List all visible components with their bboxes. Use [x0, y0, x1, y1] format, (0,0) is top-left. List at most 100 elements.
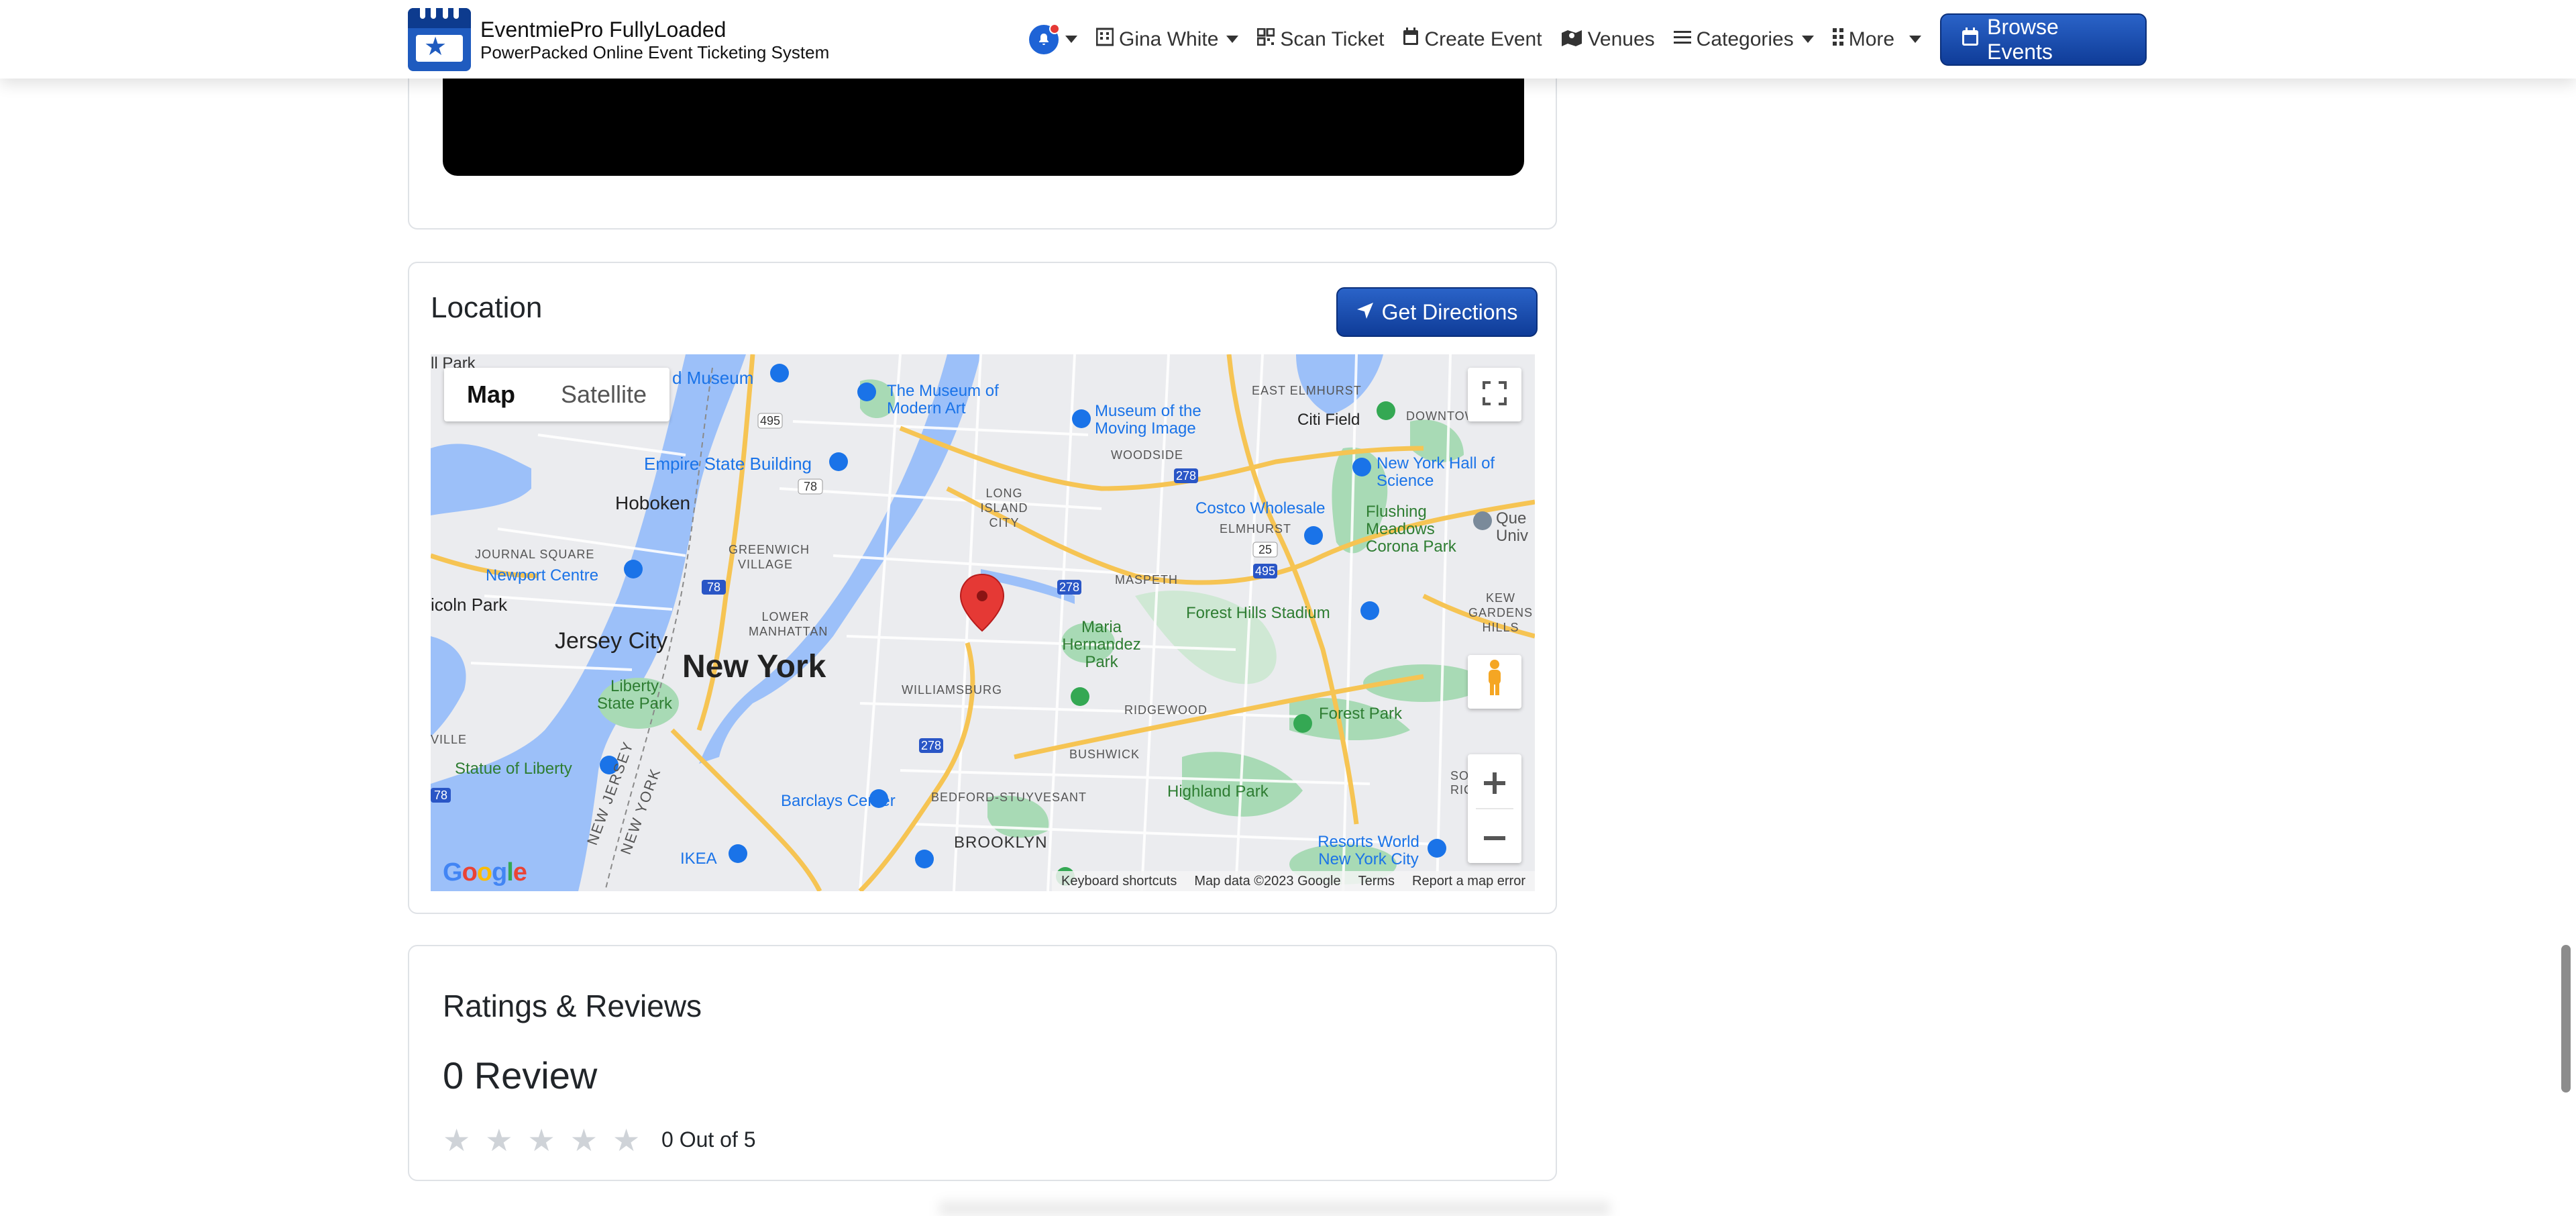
- star-icon: ★: [570, 1123, 598, 1158]
- map-label-moving-image: Museum of the Moving Image: [1095, 402, 1201, 438]
- location-title: Location: [431, 291, 543, 324]
- zoom-controls: [1468, 754, 1521, 863]
- map-tab-satellite[interactable]: Satellite: [538, 368, 669, 421]
- nav-create-event[interactable]: Create Event: [1393, 19, 1551, 60]
- map-label-resorts-world: Resorts World New York City: [1318, 833, 1419, 868]
- map-label-bedford: BEDFORD-STUYVESANT: [931, 791, 1087, 804]
- brand-subtitle: PowerPacked Online Event Ticketing Syste…: [480, 42, 830, 62]
- location-arrow-icon: [1356, 300, 1374, 325]
- svg-text:278: 278: [1176, 469, 1196, 483]
- map-label-statue-liberty: Statue of Liberty: [455, 760, 572, 778]
- star-icon: ★: [527, 1123, 555, 1158]
- keyboard-shortcuts-link[interactable]: Keyboard shortcuts: [1061, 874, 1177, 889]
- notification-dot: [1049, 23, 1060, 34]
- star-icon: ★: [443, 1123, 471, 1158]
- report-map-error-link[interactable]: Report a map error: [1412, 874, 1525, 889]
- page-scrollbar[interactable]: [2556, 0, 2576, 1216]
- street-view-pegman[interactable]: [1468, 655, 1521, 709]
- map-label-hoboken: Hoboken: [615, 493, 691, 513]
- get-directions-button[interactable]: Get Directions: [1336, 287, 1538, 337]
- terms-link[interactable]: Terms: [1358, 874, 1395, 889]
- reviews-title: Ratings & Reviews: [443, 989, 702, 1023]
- fullscreen-button[interactable]: [1468, 368, 1521, 421]
- zoom-in-button[interactable]: [1468, 754, 1521, 808]
- grid-dots-icon: [1832, 28, 1843, 50]
- map-label-elmhurst: ELMHURST: [1220, 522, 1292, 536]
- browse-events-label: Browse Events: [1987, 14, 2059, 64]
- map-label-journal-square: JOURNAL SQUARE: [475, 548, 595, 561]
- map-label-brooklyn: BROOKLYN: [954, 833, 1048, 852]
- map-label-williamsburg: WILLIAMSBURG: [902, 683, 1003, 697]
- get-directions-label: Get Directions: [1381, 299, 1518, 324]
- browse-events-button[interactable]: Browse Events: [1940, 13, 2147, 66]
- svg-text:78: 78: [434, 789, 447, 802]
- map-label-newport-centre: Newport Centre: [486, 566, 599, 585]
- event-page: ★ EventmiePro FullyLoaded PowerPacked On…: [0, 0, 2576, 1216]
- star-icon: ★: [485, 1123, 513, 1158]
- rating-text: 0 Out of 5: [661, 1127, 756, 1152]
- map-label-maria-hernandez: Maria Hernandez Park: [1062, 618, 1141, 671]
- map-tab-map[interactable]: Map: [444, 368, 538, 421]
- map-label-costco: Costco Wholesale: [1195, 499, 1326, 517]
- map-label-east-elmhurst: EAST ELMHURST: [1252, 384, 1362, 397]
- svg-text:25: 25: [1258, 543, 1272, 556]
- brand-text: EventmiePro FullyLoaded PowerPacked Onli…: [480, 17, 829, 62]
- nav-scan-ticket[interactable]: Scan Ticket: [1248, 19, 1393, 60]
- zoom-out-button[interactable]: [1468, 809, 1521, 863]
- map-label-jersey-city: Jersey City: [555, 628, 668, 654]
- map-label-ny-hall-science: New York Hall of Science: [1377, 454, 1495, 490]
- nav-categories[interactable]: Categories: [1664, 19, 1823, 60]
- star-icon: ★: [612, 1123, 641, 1158]
- more-label: More: [1848, 28, 1895, 50]
- scan-ticket-label: Scan Ticket: [1280, 28, 1385, 50]
- plus-icon: [1483, 758, 1507, 805]
- map-label-moma: The Museum of Modern Art: [887, 382, 999, 417]
- map-label-lower-manhattan: LOWER MANHATTAN: [749, 610, 828, 638]
- map-label-ville: VILLE: [431, 733, 468, 746]
- qrcode-icon: [1256, 28, 1275, 50]
- calendar-logo-icon: ★: [408, 7, 471, 71]
- map-label-queens-partial: Que Univ: [1496, 509, 1529, 545]
- brand[interactable]: ★ EventmiePro FullyLoaded PowerPacked On…: [408, 7, 829, 71]
- reviews-card: Ratings & Reviews 0 Review ★ ★ ★ ★ ★ 0 O…: [408, 945, 1557, 1181]
- nav-menu: Gina White Scan Ticket Create Event Venu…: [1020, 0, 2147, 79]
- map-label-woodside: WOODSIDE: [1111, 448, 1184, 462]
- map-label-museum-partial: d Museum: [672, 368, 754, 388]
- map-data-text: Map data ©2023 Google: [1194, 873, 1341, 889]
- scrollbar-thumb[interactable]: [2561, 945, 2571, 1093]
- nav-more[interactable]: More: [1823, 19, 1931, 60]
- map-label-kew-gardens: KEW GARDENS HILLS: [1468, 591, 1533, 634]
- location-card: Location Get Directions 495 278 278 78 7…: [408, 262, 1557, 914]
- map-label-forest-hills: Forest Hills Stadium: [1186, 604, 1330, 622]
- notifications-dropdown[interactable]: [1020, 23, 1087, 54]
- nav-venues[interactable]: Venues: [1552, 19, 1664, 60]
- chevron-down-icon: [1801, 36, 1814, 43]
- venues-label: Venues: [1587, 28, 1655, 50]
- map-label-liberty-state-park: Liberty State Park: [596, 677, 673, 713]
- chevron-down-icon: [1909, 36, 1922, 43]
- map-label-new-york: New York: [682, 649, 826, 685]
- svg-text:495: 495: [1255, 564, 1275, 578]
- map-label-maspeth: MASPETH: [1115, 573, 1179, 587]
- nav-user-menu[interactable]: Gina White: [1087, 19, 1248, 60]
- google-logo: Google: [443, 858, 527, 886]
- map-label-lincoln-park: icoln Park: [431, 595, 508, 615]
- fullscreen-icon: [1483, 376, 1507, 413]
- svg-text:78: 78: [804, 480, 817, 493]
- svg-text:495: 495: [760, 414, 780, 427]
- create-event-label: Create Event: [1424, 28, 1542, 50]
- google-map[interactable]: 495 278 278 78 78 25 495 278 78 New York…: [431, 354, 1535, 891]
- brand-title: EventmiePro FullyLoaded: [480, 17, 727, 42]
- svg-text:78: 78: [707, 580, 720, 594]
- map-label-flushing-meadows: Flushing Meadows Corona Park: [1366, 503, 1456, 556]
- pegman-icon: [1485, 659, 1505, 705]
- chevron-down-icon: [1065, 36, 1077, 43]
- map-label-long-island-city: LONG ISLAND CITY: [980, 487, 1028, 529]
- map-location-icon: [1561, 28, 1582, 51]
- calendar-plus-icon: [1403, 28, 1419, 51]
- minus-icon: [1483, 813, 1507, 860]
- map-label-barclays: Barclays Center: [781, 792, 896, 810]
- map-label-citi-field: Citi Field: [1297, 411, 1360, 429]
- map-footer: Keyboard shortcuts Map data ©2023 Google…: [1052, 871, 1535, 891]
- map-label-highland-park: Highland Park: [1167, 782, 1269, 801]
